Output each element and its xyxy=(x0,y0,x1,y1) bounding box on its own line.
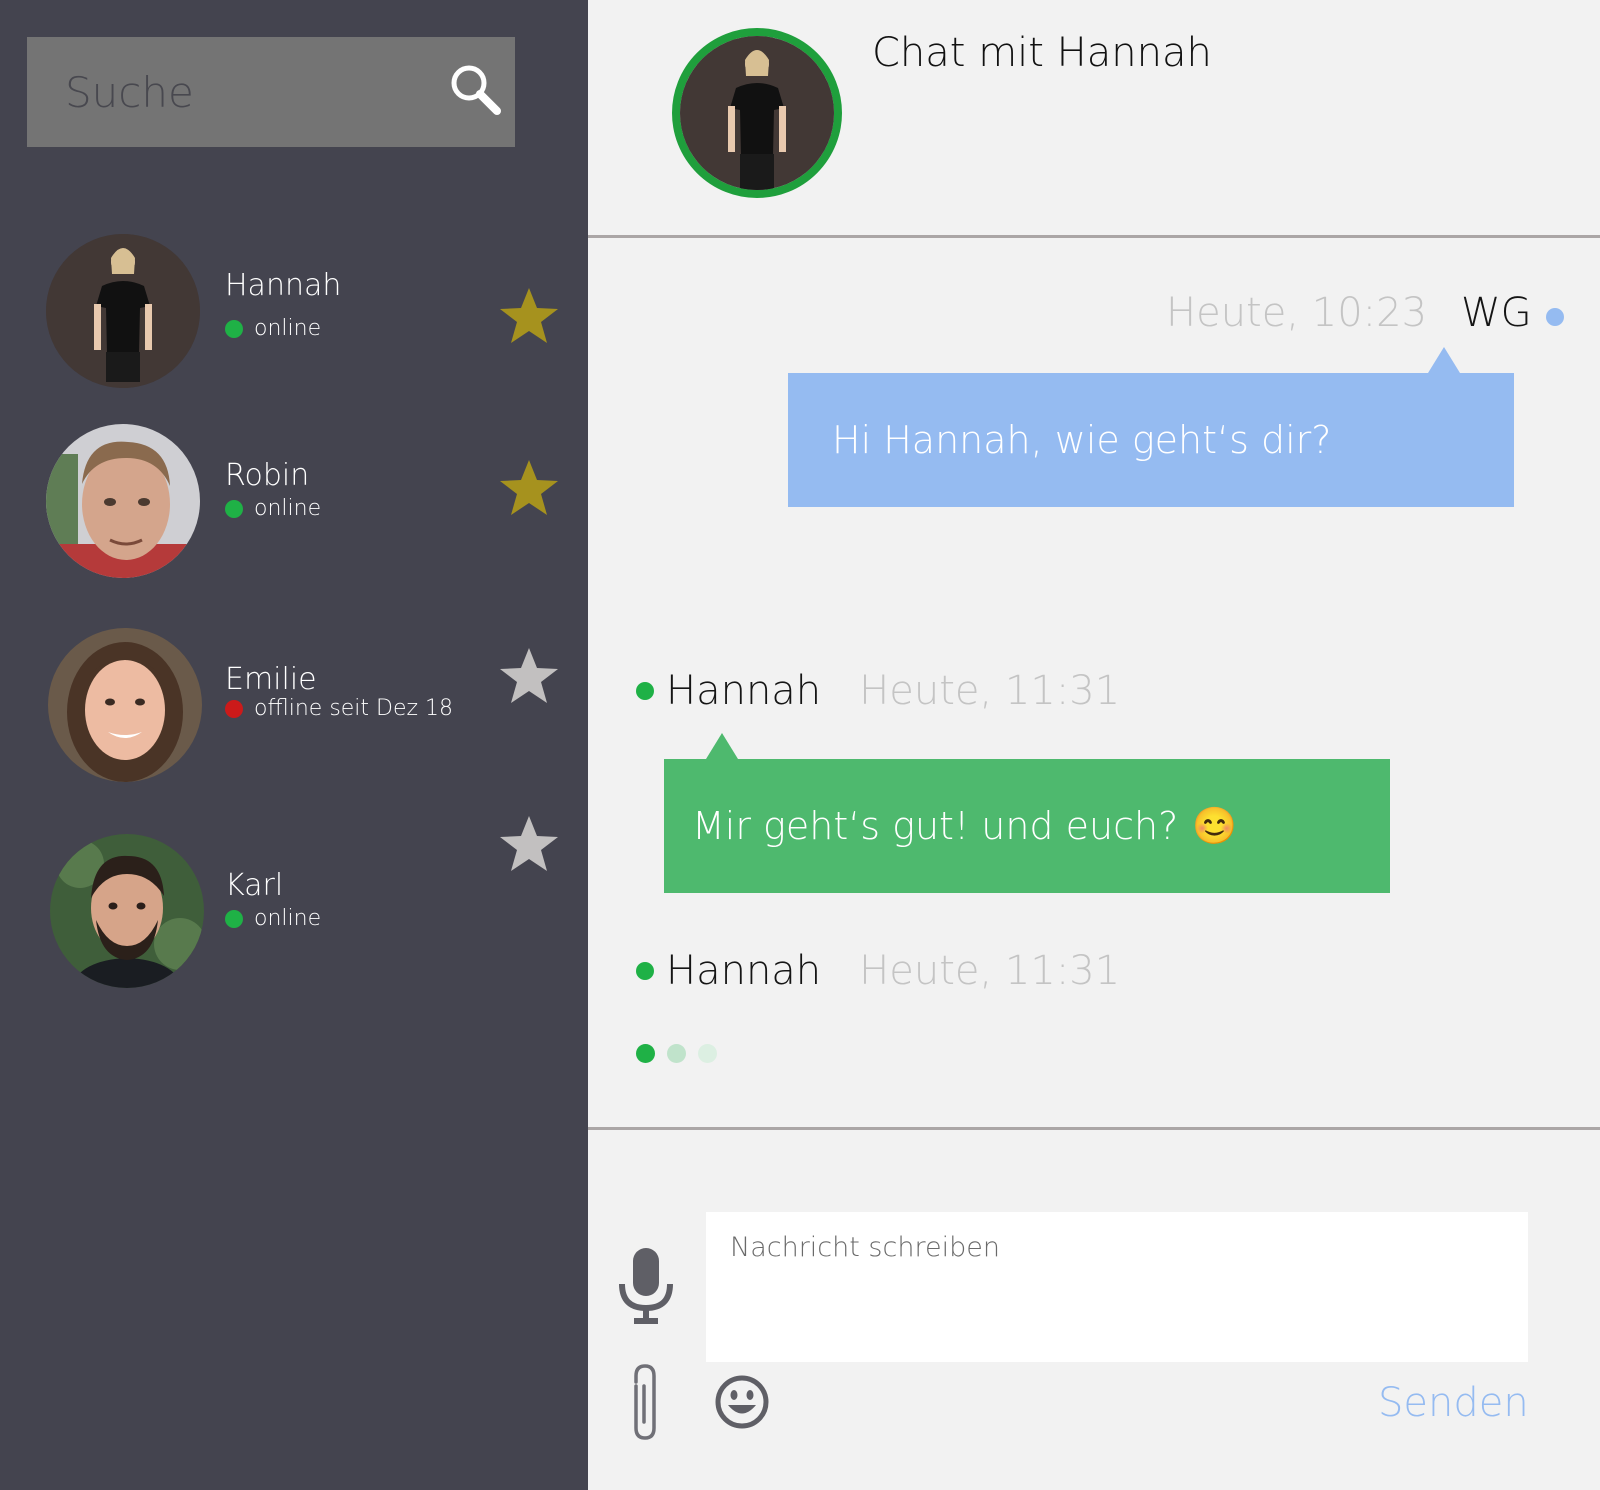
sender-dot xyxy=(636,962,654,980)
contact-item-hannah[interactable]: Hannah online xyxy=(0,234,588,394)
message-bubble-incoming: Mir geht‘s gut! und euch? 😊 xyxy=(664,733,1390,893)
typing-time: Heute, 11:31 xyxy=(859,948,1121,994)
contact-item-robin[interactable]: Robin online xyxy=(0,424,588,584)
typing-dot xyxy=(636,1044,655,1063)
online-status-dot xyxy=(225,499,243,518)
message-time: Heute, 11:31 xyxy=(859,668,1121,714)
message-text: Hi Hannah, wie geht‘s dir? xyxy=(832,418,1332,462)
typing-dot xyxy=(698,1044,717,1063)
favorite-star-icon[interactable] xyxy=(498,646,560,706)
contact-status: offline seit Dez 18 xyxy=(225,696,453,721)
header-divider xyxy=(588,235,1600,238)
favorite-star-icon[interactable] xyxy=(498,458,560,518)
offline-status-dot xyxy=(225,699,243,718)
microphone-icon[interactable] xyxy=(616,1246,676,1328)
online-status-dot xyxy=(225,319,243,338)
composer-divider xyxy=(588,1127,1600,1130)
avatar xyxy=(50,834,204,988)
typing-dot xyxy=(667,1044,686,1063)
online-status-dot xyxy=(225,909,243,928)
search-input[interactable] xyxy=(65,61,425,123)
sender-dot xyxy=(1545,308,1564,326)
message-sender: WG xyxy=(1461,290,1532,336)
chat-panel: Chat mit Hannah Heute, 10:23 WG Hi Hanna… xyxy=(588,0,1600,1490)
contact-name: Emilie xyxy=(225,662,317,697)
contact-name: Karl xyxy=(225,868,284,903)
status-text: online xyxy=(254,316,322,341)
chat-partner-avatar[interactable] xyxy=(672,28,842,198)
avatar xyxy=(46,424,200,578)
status-text: online xyxy=(254,496,322,521)
contact-item-emilie[interactable]: Emilie offline seit Dez 18 xyxy=(0,628,588,788)
send-button[interactable]: Senden xyxy=(1378,1376,1529,1430)
typing-sender: Hannah xyxy=(666,948,822,994)
contact-status: online xyxy=(225,906,321,931)
avatar xyxy=(48,628,202,782)
search-icon[interactable] xyxy=(449,63,505,119)
smile-emoji: 😊 xyxy=(1192,806,1238,847)
bubble-tail xyxy=(706,733,738,759)
message-meta: Hannah Heute, 11:31 xyxy=(636,668,1120,714)
message-bubble-outgoing: Hi Hannah, wie geht‘s dir? xyxy=(788,347,1514,507)
status-text: offline seit Dez 18 xyxy=(254,696,454,721)
search-bar xyxy=(27,37,515,147)
avatar xyxy=(46,234,200,388)
paperclip-icon[interactable] xyxy=(628,1362,662,1442)
bubble-tail xyxy=(1428,347,1460,373)
contact-status: online xyxy=(225,316,321,341)
message-text: Mir geht‘s gut! und euch? xyxy=(692,804,1179,848)
favorite-star-icon[interactable] xyxy=(498,286,560,346)
contact-name: Hannah xyxy=(225,268,342,303)
typing-meta: Hannah Heute, 11:31 xyxy=(636,948,1120,994)
message-time: Heute, 10:23 xyxy=(1166,290,1428,336)
contacts-sidebar: Hannah online Robin online xyxy=(0,0,588,1490)
sender-dot xyxy=(636,682,654,700)
contact-status: online xyxy=(225,496,321,521)
emoji-icon[interactable] xyxy=(714,1374,770,1430)
message-sender: Hannah xyxy=(666,668,822,714)
message-input[interactable] xyxy=(706,1212,1528,1362)
message-meta: Heute, 10:23 WG xyxy=(1166,290,1564,336)
status-text: online xyxy=(254,906,322,931)
favorite-star-icon[interactable] xyxy=(498,814,560,874)
contact-item-karl[interactable]: Karl online xyxy=(0,816,588,994)
chat-title: Chat mit Hannah xyxy=(872,30,1212,76)
contact-name: Robin xyxy=(225,458,310,493)
